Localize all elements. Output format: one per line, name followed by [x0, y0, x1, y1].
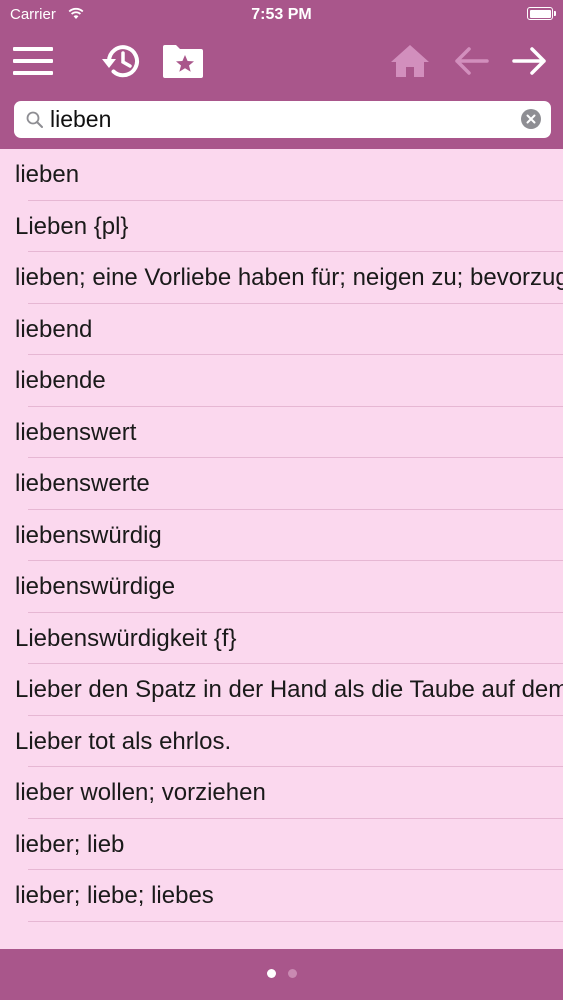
menu-button[interactable]	[8, 36, 58, 86]
list-item[interactable]: lieben	[0, 149, 563, 201]
status-bar: Carrier 7:53 PM	[0, 0, 563, 30]
page-dot[interactable]	[266, 969, 276, 978]
list-item[interactable]: Liebenswürdigkeit {f}	[0, 613, 563, 665]
arrow-left-icon	[455, 47, 489, 75]
search-input[interactable]	[50, 104, 520, 135]
list-item[interactable]: Lieber den Spatz in der Hand als die Tau…	[0, 664, 563, 716]
history-icon	[102, 45, 139, 78]
results-list: lieben Lieben {pl} lieben; eine Vorliebe…	[0, 149, 563, 949]
list-item[interactable]: lieber wollen; vorziehen	[0, 767, 563, 819]
list-item[interactable]: liebenswürdig	[0, 510, 563, 562]
search-icon	[26, 111, 43, 128]
history-button[interactable]	[96, 36, 146, 86]
list-item[interactable]: lieber; lieb	[0, 819, 563, 871]
battery-icon	[527, 7, 556, 20]
favorites-button[interactable]	[158, 36, 208, 86]
search-bar	[0, 92, 563, 149]
search-box[interactable]	[14, 101, 551, 138]
page-dot[interactable]	[287, 969, 297, 978]
footer-bar	[0, 949, 563, 1000]
home-button[interactable]	[385, 36, 435, 86]
forward-button[interactable]	[505, 36, 555, 86]
list-item[interactable]: lieber; liebe; liebes	[0, 870, 563, 922]
home-icon	[391, 45, 429, 77]
toolbar	[0, 30, 563, 92]
list-item[interactable]: liebenswert	[0, 407, 563, 459]
arrow-right-icon	[512, 47, 546, 75]
clock: 7:53 PM	[251, 6, 312, 23]
close-icon	[526, 114, 536, 124]
list-item[interactable]: Lieben {pl}	[0, 201, 563, 253]
list-item[interactable]: liebenswürdige	[0, 561, 563, 613]
hamburger-icon	[13, 47, 53, 75]
list-item[interactable]: lieben; eine Vorliebe haben für; neigen …	[0, 252, 563, 304]
list-item[interactable]: liebend	[0, 304, 563, 356]
folder-star-icon	[163, 45, 203, 78]
page-indicator[interactable]	[0, 969, 563, 978]
list-item[interactable]: liebenswerte	[0, 458, 563, 510]
clear-search-button[interactable]	[521, 109, 541, 129]
list-item[interactable]: liebende	[0, 355, 563, 407]
list-item[interactable]: Lieber tot als ehrlos.	[0, 716, 563, 768]
back-button[interactable]	[446, 36, 496, 86]
